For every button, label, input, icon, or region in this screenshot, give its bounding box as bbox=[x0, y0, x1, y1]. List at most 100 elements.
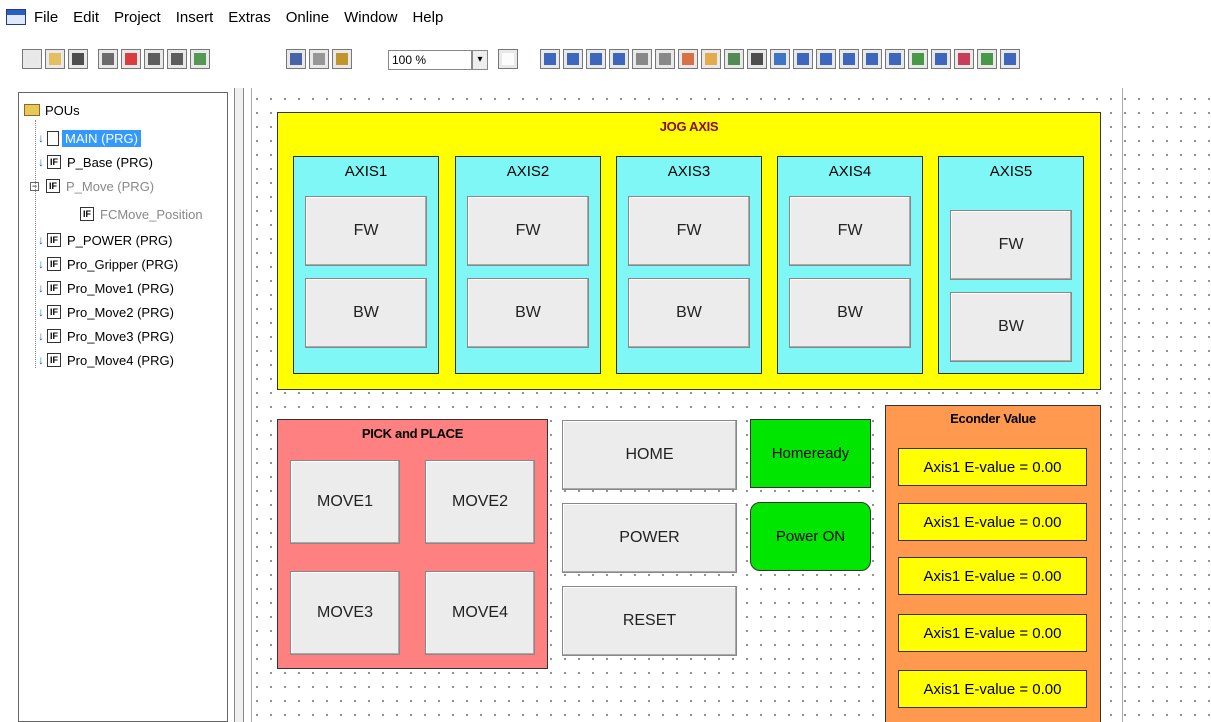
build-icon[interactable] bbox=[98, 49, 118, 69]
axis1-fw-button[interactable]: FW bbox=[305, 196, 427, 266]
tree-item-p-power[interactable]: ↓ IF P_POWER (PRG) bbox=[36, 230, 175, 250]
encoder-value-field-5: Axis1 E-value = 0.00 bbox=[898, 670, 1087, 708]
stop-icon[interactable] bbox=[121, 49, 141, 69]
move3-button[interactable]: MOVE3 bbox=[290, 571, 400, 655]
collapse-icon[interactable]: − bbox=[30, 181, 39, 191]
select-pointer-icon[interactable] bbox=[498, 49, 518, 69]
folder-icon bbox=[24, 104, 40, 116]
logout-icon[interactable] bbox=[167, 49, 187, 69]
visualization-tool-icon[interactable] bbox=[724, 49, 744, 69]
pick-and-place-title: PICK and PLACE bbox=[361, 426, 464, 441]
scrollbar-tool-icon[interactable] bbox=[1000, 49, 1020, 69]
axis5-fw-button[interactable]: FW bbox=[950, 210, 1072, 280]
tree-item-main[interactable]: ↓ MAIN (PRG) bbox=[36, 128, 141, 148]
home-button[interactable]: HOME bbox=[562, 420, 737, 490]
menu-insert[interactable]: Insert bbox=[176, 9, 214, 26]
tree-item-pro-gripper[interactable]: ↓ IF Pro_Gripper (PRG) bbox=[36, 254, 181, 274]
copy-icon[interactable] bbox=[309, 49, 329, 69]
chevron-down-icon[interactable]: ▾ bbox=[472, 50, 488, 70]
rounded-rect-tool-icon[interactable] bbox=[563, 49, 583, 69]
axis5-title: AXIS5 bbox=[989, 163, 1033, 180]
save-icon[interactable] bbox=[68, 49, 88, 69]
new-file-icon[interactable] bbox=[22, 49, 42, 69]
axis4-fw-button[interactable]: FW bbox=[789, 196, 911, 266]
arrow-down-icon: ↓ bbox=[38, 257, 44, 271]
zoom-select[interactable]: 100 % bbox=[388, 50, 472, 70]
function-block-icon: IF bbox=[47, 281, 61, 295]
axis4-bw-button[interactable]: BW bbox=[789, 278, 911, 348]
axis5-bw-button[interactable]: BW bbox=[950, 292, 1072, 362]
axis2-title: AXIS2 bbox=[506, 163, 550, 180]
axis3-title: AXIS3 bbox=[667, 163, 711, 180]
button-tool-icon[interactable] bbox=[747, 49, 767, 69]
menu-project[interactable]: Project bbox=[114, 9, 161, 26]
pie-tool-icon[interactable] bbox=[678, 49, 698, 69]
wmf-tool-icon[interactable] bbox=[770, 49, 790, 69]
menu-help[interactable]: Help bbox=[412, 9, 443, 26]
polyline-tool-icon[interactable] bbox=[632, 49, 652, 69]
table-tool-icon[interactable] bbox=[793, 49, 813, 69]
tree-item-pro-move4[interactable]: ↓ IF Pro_Move4 (PRG) bbox=[36, 350, 177, 370]
ellipse-tool-icon[interactable] bbox=[586, 49, 606, 69]
paste-icon[interactable] bbox=[332, 49, 352, 69]
axis1-bw-button[interactable]: BW bbox=[305, 278, 427, 348]
tree-item-pro-move1[interactable]: ↓ IF Pro_Move1 (PRG) bbox=[36, 278, 177, 298]
cut-icon[interactable] bbox=[286, 49, 306, 69]
function-block-icon: IF bbox=[47, 233, 61, 247]
function-block-icon: IF bbox=[47, 257, 61, 271]
menu-window[interactable]: Window bbox=[344, 9, 397, 26]
encoder-value-title: Econder Value bbox=[950, 411, 1036, 426]
move4-button[interactable]: MOVE4 bbox=[425, 571, 535, 655]
tree-item-pro-move3[interactable]: ↓ IF Pro_Move3 (PRG) bbox=[36, 326, 177, 346]
tree-item-fcmove-position[interactable]: IF FCMove_Position bbox=[80, 204, 206, 224]
function-block-icon: IF bbox=[80, 207, 94, 221]
axis3-bw-button[interactable]: BW bbox=[628, 278, 750, 348]
app-window-icon[interactable] bbox=[6, 9, 26, 25]
grid-tool-icon[interactable] bbox=[839, 49, 859, 69]
reset-button[interactable]: RESET bbox=[562, 586, 737, 656]
meter-tool-icon[interactable] bbox=[908, 49, 928, 69]
axis2-bw-button[interactable]: BW bbox=[467, 278, 589, 348]
power-button[interactable]: POWER bbox=[562, 503, 737, 573]
axis2-fw-button[interactable]: FW bbox=[467, 196, 589, 266]
encoder-value-field-1: Axis1 E-value = 0.00 bbox=[898, 448, 1087, 486]
power-on-indicator: Power ON bbox=[750, 502, 871, 571]
tree-item-p-move[interactable]: − IF P_Move (PRG) bbox=[30, 176, 157, 196]
arrow-down-icon: ↓ bbox=[38, 305, 44, 319]
axis1-title: AXIS1 bbox=[344, 163, 388, 180]
open-folder-icon[interactable] bbox=[45, 49, 65, 69]
print-icon[interactable] bbox=[190, 49, 210, 69]
menu-file[interactable]: File bbox=[34, 9, 58, 26]
login-icon[interactable] bbox=[144, 49, 164, 69]
menu-edit[interactable]: Edit bbox=[73, 9, 99, 26]
arrow-down-icon: ↓ bbox=[38, 233, 44, 247]
bitmap-tool-icon[interactable] bbox=[701, 49, 721, 69]
polygon-tool-icon[interactable] bbox=[609, 49, 629, 69]
menu-extras[interactable]: Extras bbox=[228, 9, 271, 26]
curve-tool-icon[interactable] bbox=[655, 49, 675, 69]
menu-bar: File Edit Project Insert Extras Online W… bbox=[0, 0, 1211, 34]
textbox-tool-icon[interactable] bbox=[862, 49, 882, 69]
move1-button[interactable]: MOVE1 bbox=[290, 460, 400, 544]
tree-root-pous[interactable]: POUs bbox=[24, 100, 83, 120]
rectangle-tool-icon[interactable] bbox=[540, 49, 560, 69]
tree-item-pro-move2[interactable]: ↓ IF Pro_Move2 (PRG) bbox=[36, 302, 177, 322]
function-block-icon: IF bbox=[47, 353, 61, 367]
activex-tool-icon[interactable] bbox=[977, 49, 997, 69]
encoder-value-field-2: Axis1 E-value = 0.00 bbox=[898, 503, 1087, 541]
jog-axis-title: JOG AXIS bbox=[659, 119, 719, 134]
move2-button[interactable]: MOVE2 bbox=[425, 460, 535, 544]
function-block-icon: IF bbox=[47, 155, 61, 169]
arrow-down-icon: ↓ bbox=[38, 131, 44, 145]
trend-tool-icon[interactable] bbox=[816, 49, 836, 69]
bar-display-tool-icon[interactable] bbox=[885, 49, 905, 69]
axis3-fw-button[interactable]: FW bbox=[628, 196, 750, 266]
panel-splitter[interactable] bbox=[234, 88, 244, 722]
homeready-indicator: Homeready bbox=[750, 419, 871, 488]
histogram-tool-icon[interactable] bbox=[931, 49, 951, 69]
alarm-table-tool-icon[interactable] bbox=[954, 49, 974, 69]
arrow-down-icon: ↓ bbox=[38, 281, 44, 295]
tree-item-p-base[interactable]: ↓ IF P_Base (PRG) bbox=[36, 152, 156, 172]
menu-online[interactable]: Online bbox=[286, 9, 329, 26]
function-block-icon: IF bbox=[47, 305, 61, 319]
